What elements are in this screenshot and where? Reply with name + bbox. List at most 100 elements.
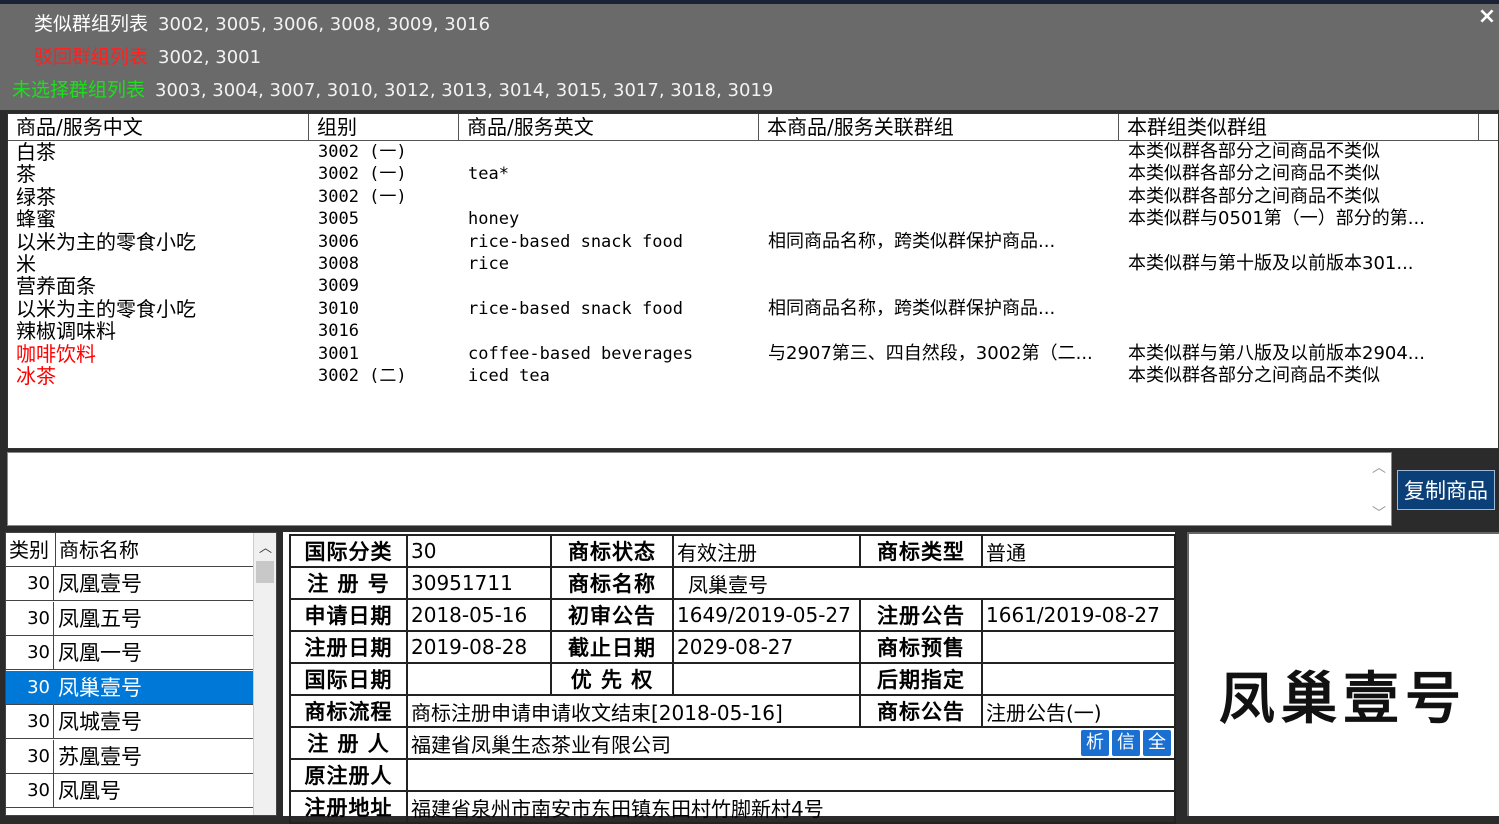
goods-related-cell <box>768 163 1123 185</box>
goods-row[interactable]: 绿茶 3002 (一) 本类似群各部分之间商品不类似 <box>8 186 1498 208</box>
goods-row[interactable]: 营养面条 3009 <box>8 275 1498 297</box>
goods-en-cell <box>468 275 763 297</box>
list-scrollbar[interactable]: ︿ <box>253 533 276 815</box>
trademark-list-item[interactable]: 30 凤城壹号 <box>6 705 254 739</box>
goods-group-cell: 3005 <box>318 209 359 230</box>
reg-no-key: 注 册 号 <box>289 566 408 600</box>
goods-row[interactable]: 以米为主的零食小吃 3006 rice-based snack food 相同商品名称… <box>8 231 1498 253</box>
trademark-name: 凤凰号 <box>58 779 121 803</box>
registrant-key: 注 册 人 <box>289 726 408 760</box>
flow-key: 商标流程 <box>289 694 408 728</box>
credit-button[interactable]: 信 <box>1112 729 1140 756</box>
similar-group-label: 类似群组列表 <box>34 13 149 35</box>
goods-similar-cell <box>1128 231 1488 253</box>
scroll-up-icon[interactable]: ︿ <box>1372 457 1386 477</box>
goods-related-cell <box>768 253 1123 275</box>
goods-similar-cell: 本类似群各部分之间商品不类似 <box>1128 163 1380 185</box>
goods-group-cell: 3002 (一) <box>318 142 407 162</box>
trademark-name: 凤凰壹号 <box>58 572 142 596</box>
trademark-name: 凤巢壹号 <box>58 675 142 700</box>
copy-goods-button[interactable]: 复制商品 <box>1397 470 1495 510</box>
unselected-group-line: 未选择群组列表 3003, 3004, 3007, 3010, 3012, 301… <box>12 76 773 104</box>
reg-notice-key: 注册公告 <box>859 598 983 632</box>
goods-cn-cell: 咖啡饮料 <box>16 342 96 365</box>
status-key: 商标状态 <box>550 534 674 568</box>
goods-cn-cell: 茶 <box>16 163 36 186</box>
trademark-class: 30 <box>6 601 54 636</box>
goods-row[interactable]: 米 3008 rice 本类似群与第十版及以前版本301... <box>8 253 1498 275</box>
notice-value[interactable]: 注册公告(一) <box>981 694 1176 728</box>
trademark-list-item[interactable]: 30 凤凰壹号 <box>6 567 254 601</box>
flow-value[interactable]: 商标注册申请申请收文结束[2018-05-16] <box>406 694 861 728</box>
reg-notice-value: 1661/2019-08-27 <box>981 598 1176 632</box>
scroll-thumb[interactable] <box>256 561 274 583</box>
goods-en-cell: rice <box>468 254 509 274</box>
analyze-button[interactable]: 析 <box>1081 729 1109 756</box>
goods-row[interactable]: 咖啡饮料 3001 coffee-based beverages 与2907第三、四自… <box>8 343 1498 365</box>
priority-key: 优 先 权 <box>550 662 674 696</box>
trademark-list-item[interactable]: 30 凤凰一号 <box>6 636 254 670</box>
trademark-list-item[interactable]: 30 凤凰号 <box>6 774 254 808</box>
goods-row[interactable]: 冰茶 3002 (二) iced tea 本类似群各部分之间商品不类似 <box>8 365 1498 387</box>
goods-row[interactable]: 白茶 3002 (一) 本类似群各部分之间商品不类似 <box>8 141 1498 163</box>
goods-group-cell: 3002 (一) <box>318 186 407 207</box>
goods-related-cell <box>768 320 1123 342</box>
goods-en-cell: honey <box>468 209 520 230</box>
goods-en-cell <box>468 320 763 342</box>
goods-en-cell: tea* <box>468 164 509 185</box>
goods-group-cell: 3016 <box>318 321 359 342</box>
type-value: 普通 <box>981 534 1176 568</box>
intl-date-value <box>406 662 552 696</box>
presale-key: 商标预售 <box>859 630 983 664</box>
prelim-notice-value: 1649/2019-05-27 <box>672 598 861 632</box>
all-button[interactable]: 全 <box>1143 729 1171 756</box>
trademark-list: 类别 商标名称 30 凤凰壹号 30 凤凰五号 30 凤凰一号 30 凤巢壹号 30 凤城壹号 30… <box>5 532 277 816</box>
goods-group-cell: 3002 (二) <box>318 366 407 386</box>
close-icon[interactable]: × <box>1477 6 1497 28</box>
goods-related-cell <box>768 141 1123 163</box>
goods-group-cell: 3008 <box>318 254 359 274</box>
trademark-class: 30 <box>6 774 54 808</box>
scroll-up-icon[interactable]: ︿ <box>259 537 272 556</box>
trademark-list-item[interactable]: 30 凤凰五号 <box>6 601 254 636</box>
goods-similar-cell <box>1128 298 1488 320</box>
list-header-name[interactable]: 商标名称 <box>56 533 254 567</box>
goods-row[interactable]: 茶 3002 (一) tea* 本类似群各部分之间商品不类似 <box>8 163 1498 185</box>
goods-similar-cell: 本类似群各部分之间商品不类似 <box>1128 185 1380 207</box>
trademark-list-item[interactable]: 30 苏凰壹号 <box>6 739 254 774</box>
goods-row[interactable]: 以米为主的零食小吃 3010 rice-based snack food 相同商品名称… <box>8 298 1498 320</box>
goods-cn-cell: 辣椒调味料 <box>16 320 116 343</box>
trademark-image-panel: 凤巢壹号 <box>1187 532 1499 816</box>
goods-similar-cell: 本类似群与0501第（一）部分的第... <box>1128 208 1425 230</box>
registrant-actions: 析信全 <box>1078 729 1171 756</box>
goods-cn-cell: 以米为主的零食小吃 <box>16 230 196 253</box>
intl-class-value: 30 <box>406 534 552 568</box>
goods-row[interactable]: 蜂蜜 3005 honey 本类似群与0501第（一）部分的第... <box>8 208 1498 230</box>
goods-en-cell: iced tea <box>468 366 550 386</box>
col-header-en[interactable]: 商品/服务英文 <box>459 114 759 140</box>
edit-scrollbar[interactable]: ︿ ﹀ <box>1367 453 1391 525</box>
trademark-list-item[interactable]: 30 凤巢壹号 <box>6 670 254 705</box>
goods-related-cell: 相同商品名称，跨类似群保护商品... <box>768 230 1056 252</box>
col-header-group[interactable]: 组别 <box>309 114 459 140</box>
col-header-cn[interactable]: 商品/服务中文 <box>8 114 309 140</box>
goods-edit-area[interactable]: ︿ ﹀ <box>7 452 1392 526</box>
goods-similar-cell: 本类似群各部分之间商品不类似 <box>1128 365 1380 386</box>
col-header-related[interactable]: 本商品/服务关联群组 <box>759 114 1119 140</box>
scroll-down-icon[interactable]: ﹀ <box>1372 503 1386 523</box>
trademark-class: 30 <box>6 670 54 705</box>
trademark-name: 凤凰五号 <box>58 606 142 631</box>
col-header-similar[interactable]: 本群组类似群组 <box>1119 114 1479 140</box>
goods-en-cell: rice-based snack food <box>468 231 683 252</box>
apply-date-key: 申请日期 <box>289 598 408 632</box>
goods-similar-cell: 本类似群各部分之间商品不类似 <box>1128 141 1380 162</box>
reg-date-key: 注册日期 <box>289 630 408 664</box>
list-header-class[interactable]: 类别 <box>6 533 56 567</box>
goods-related-cell: 与2907第三、四自然段，3002第（二... <box>768 342 1093 364</box>
notice-key: 商标公告 <box>859 694 983 728</box>
goods-row[interactable]: 辣椒调味料 3016 <box>8 320 1498 342</box>
prelim-notice-key: 初审公告 <box>550 598 674 632</box>
goods-table: 商品/服务中文 组别 商品/服务英文 本商品/服务关联群组 本群组类似群组 白茶… <box>7 113 1499 449</box>
unselected-group-values: 3003, 3004, 3007, 3010, 3012, 3013, 3014… <box>155 80 774 101</box>
goods-cn-cell: 营养面条 <box>16 275 96 298</box>
